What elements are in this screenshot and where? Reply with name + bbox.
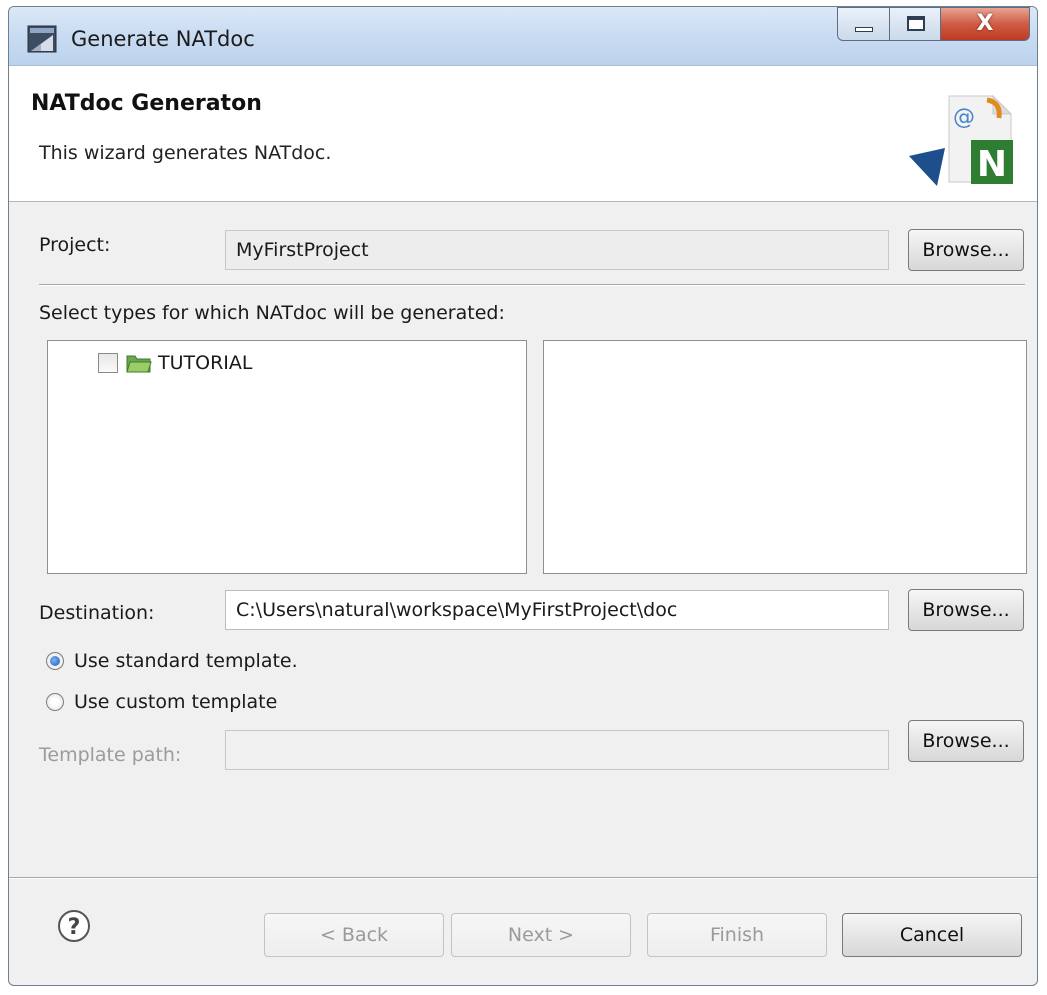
maximize-icon [907,16,925,31]
eclipse-window-icon [27,25,57,53]
folder-icon [126,355,152,373]
cancel-button[interactable]: Cancel [842,913,1022,957]
svg-text:?: ? [68,915,81,940]
template-path-field[interactable] [225,730,889,770]
custom-template-label: Use custom template [74,691,278,713]
types-tree[interactable]: TUTORIAL [47,340,527,574]
title-bar[interactable]: Generate NATdoc X [9,7,1037,66]
select-types-label: Select types for which NATdoc will be ge… [39,302,505,324]
standard-template-label: Use standard template. [74,650,298,672]
radio-selected-indicator[interactable] [46,652,64,670]
tree-item-label: TUTORIAL [158,352,253,374]
next-button[interactable]: Next > [451,913,631,957]
close-button[interactable]: X [940,7,1030,41]
footer-separator [9,877,1037,879]
separator [39,284,1025,286]
window-title: Generate NATdoc [71,27,255,51]
project-browse-button[interactable]: Browse... [908,229,1024,271]
wizard-description: This wizard generates NATdoc. [39,142,332,164]
types-detail-list[interactable] [543,340,1027,574]
destination-browse-button[interactable]: Browse... [908,589,1024,631]
finish-button[interactable]: Finish [647,913,827,957]
tree-item-checkbox[interactable] [98,353,118,373]
project-label: Project: [39,234,111,256]
wizard-banner: NATdoc Generaton This wizard generates N… [9,66,1037,202]
wizard-title: NATdoc Generaton [31,91,262,116]
wizard-icon-letter: N [977,144,1007,185]
destination-label: Destination: [39,602,155,624]
standard-template-radio[interactable]: Use standard template. [46,650,298,672]
back-button[interactable]: < Back [264,913,444,957]
minimize-button[interactable] [837,7,890,41]
radio-unselected-indicator[interactable] [46,693,64,711]
project-field[interactable]: MyFirstProject [225,230,889,270]
help-icon[interactable]: ? [57,909,91,943]
dialog-window: Generate NATdoc X NATdoc Generaton This … [8,6,1038,986]
template-path-label: Template path: [39,744,182,766]
template-browse-button[interactable]: Browse... [908,720,1024,762]
tree-item-tutorial[interactable]: TUTORIAL [98,351,252,375]
natdoc-wizard-icon: @ N [909,94,1013,186]
minimize-icon [855,27,873,32]
close-icon: X [976,11,994,36]
maximize-button[interactable] [889,7,941,41]
wizard-icon-at: @ [953,105,975,130]
custom-template-radio[interactable]: Use custom template [46,691,277,713]
destination-field[interactable]: C:\Users\natural\workspace\MyFirstProjec… [225,590,889,630]
